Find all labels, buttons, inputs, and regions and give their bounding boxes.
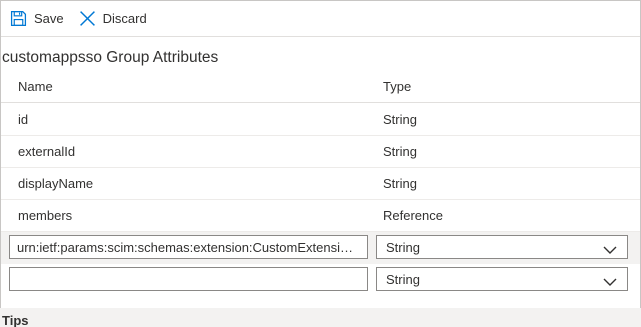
table-row[interactable]: id String bbox=[1, 104, 640, 136]
page-title: customappsso Group Attributes bbox=[2, 49, 219, 66]
attribute-type: String bbox=[383, 176, 417, 191]
attribute-type: String bbox=[383, 144, 417, 159]
attribute-type: String bbox=[383, 112, 417, 127]
new-attribute-type-selected: String bbox=[386, 272, 420, 287]
save-button-label: Save bbox=[34, 11, 64, 26]
edit-row-new-attribute: String bbox=[1, 264, 640, 296]
column-header-type: Type bbox=[383, 79, 412, 94]
discard-button[interactable]: Discard bbox=[73, 4, 153, 34]
attribute-type-selected: String bbox=[386, 240, 420, 255]
tips-section bbox=[0, 308, 641, 327]
chevron-down-icon bbox=[603, 275, 617, 290]
edit-row-custom-extension: String bbox=[1, 232, 640, 264]
table-row[interactable]: displayName String bbox=[1, 168, 640, 200]
save-icon bbox=[10, 10, 27, 27]
save-button[interactable]: Save bbox=[4, 4, 70, 34]
table-header: Name Type bbox=[1, 72, 640, 103]
table-row[interactable]: members Reference bbox=[1, 200, 640, 232]
column-header-name: Name bbox=[18, 79, 53, 94]
chevron-down-icon bbox=[603, 243, 617, 258]
attribute-name: displayName bbox=[18, 176, 94, 191]
new-attribute-name-input[interactable] bbox=[9, 267, 368, 291]
close-icon bbox=[79, 10, 96, 27]
attribute-name: members bbox=[18, 208, 73, 223]
command-bar: Save Discard bbox=[1, 1, 640, 37]
attribute-name-input[interactable] bbox=[9, 235, 368, 259]
new-attribute-type-dropdown[interactable]: String bbox=[376, 267, 628, 291]
tips-heading: Tips bbox=[2, 313, 29, 327]
discard-button-label: Discard bbox=[102, 11, 147, 26]
attribute-type: Reference bbox=[383, 208, 443, 223]
attribute-name: externalId bbox=[18, 144, 76, 159]
table-row[interactable]: externalId String bbox=[1, 136, 640, 168]
attribute-type-dropdown[interactable]: String bbox=[376, 235, 628, 259]
attribute-name: id bbox=[18, 112, 29, 127]
